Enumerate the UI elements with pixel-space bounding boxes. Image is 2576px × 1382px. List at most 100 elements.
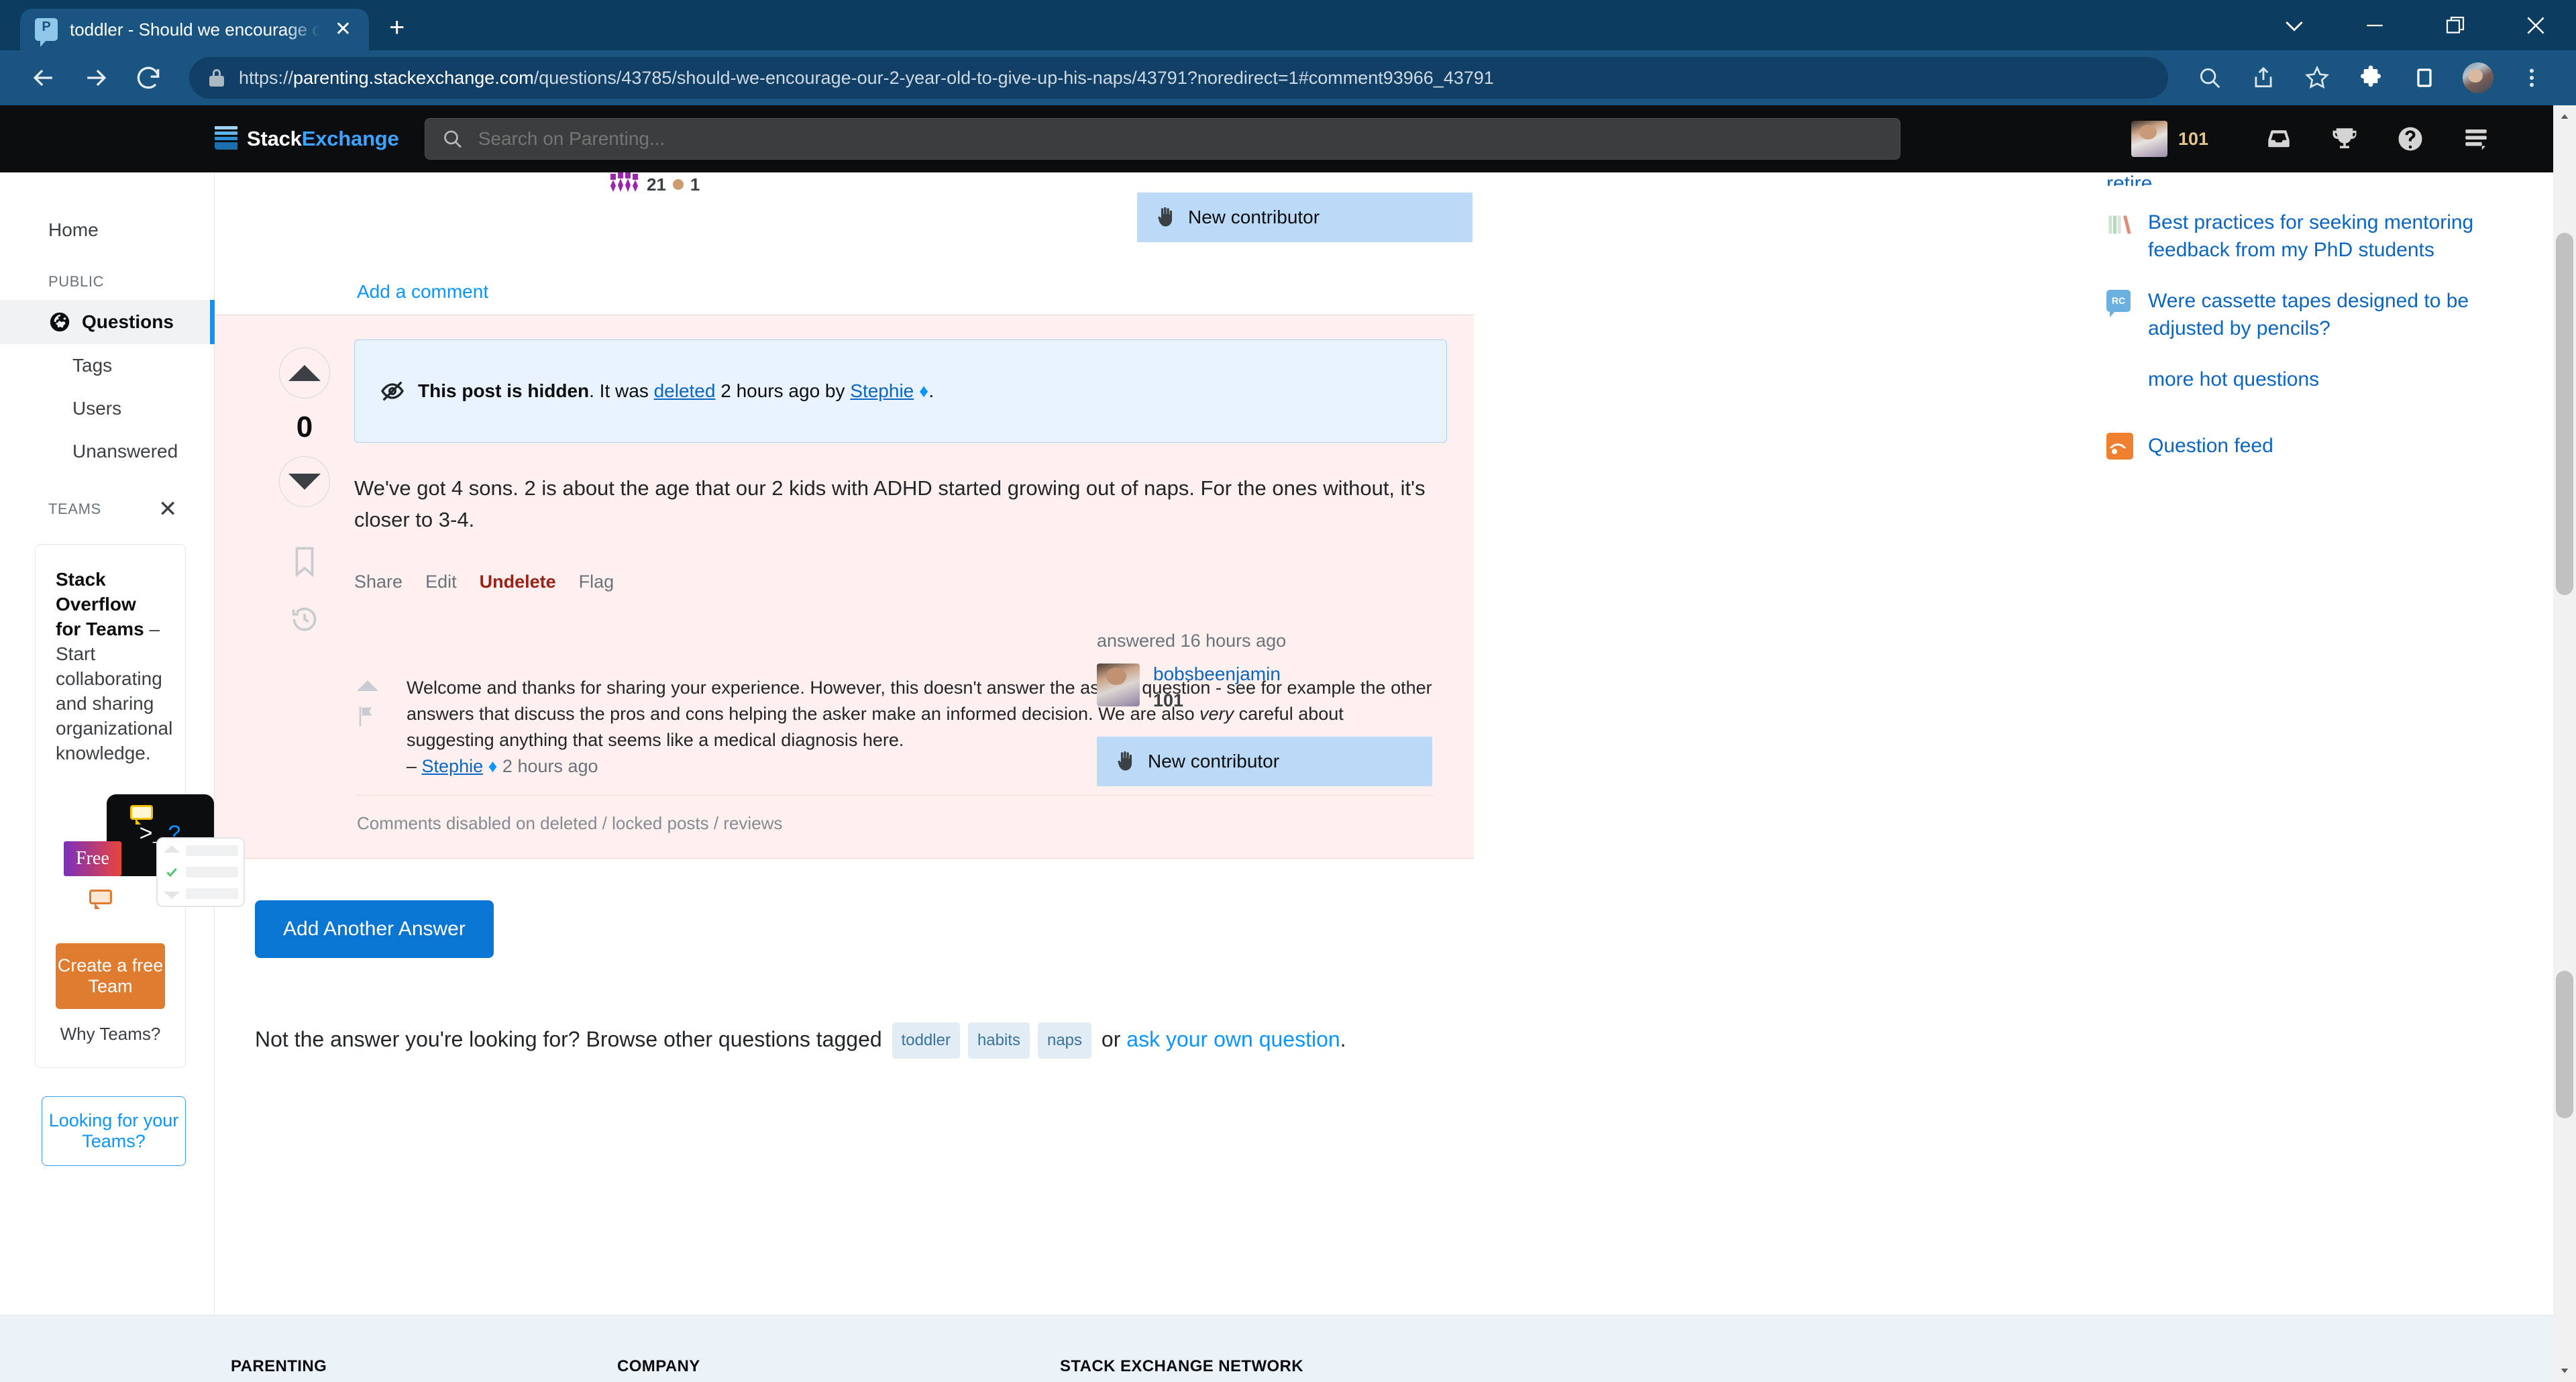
toolbar-icon-group (2183, 52, 2559, 104)
main-content: 21 1 New contributor Add a comment 0 Thi… (215, 172, 2066, 1382)
address-bar[interactable]: https://parenting.stackexchange.com/ques… (189, 57, 2168, 99)
sidebar-item-tags[interactable]: Tags (0, 344, 214, 387)
bookmark-star-icon[interactable] (2290, 52, 2344, 104)
answer-signature-card: answered 16 hours ago bobsbeenjamin 101 (1097, 631, 1432, 786)
sidebar-panel-icon[interactable] (2398, 52, 2451, 104)
sidebar-item-questions[interactable]: Questions (0, 300, 215, 344)
comment-flag-icon[interactable] (357, 706, 374, 727)
search-input[interactable] (478, 128, 1884, 150)
stackexchange-logo[interactable]: StackExchange (215, 126, 399, 152)
vote-column: 0 (255, 339, 354, 637)
tag-habits[interactable]: habits (967, 1022, 1030, 1059)
search-bar[interactable] (424, 118, 1900, 160)
tab-search-chevron-icon[interactable] (2254, 0, 2334, 50)
new-contributor-badge: New contributor (1097, 737, 1432, 786)
profile-avatar[interactable] (2451, 52, 2505, 104)
comment-upvote-icon[interactable] (357, 680, 378, 691)
comment-author-link[interactable]: Stephie (422, 756, 484, 776)
not-the-answer-text: Not the answer you're looking for? Brows… (255, 1026, 882, 1051)
scroll-down-arrow-icon[interactable] (2553, 1359, 2576, 1382)
deleted-answer-post: 0 This post is hidden. It was deleted 2 … (215, 315, 1474, 859)
browser-tab[interactable]: toddler - Should we encourage o ✕ (20, 9, 369, 50)
free-badge: Free (64, 841, 121, 876)
create-free-team-button[interactable]: Create a free Team (56, 943, 165, 1009)
user-profile-link[interactable]: 101 (2131, 121, 2208, 157)
search-icon[interactable] (2183, 52, 2237, 104)
share-icon[interactable] (2237, 52, 2290, 104)
maximize-restore-button[interactable] (2415, 0, 2496, 50)
scrollbar-thumb-secondary[interactable] (2556, 971, 2573, 1118)
close-icon[interactable]: ✕ (158, 496, 178, 523)
scrollbar-thumb[interactable] (2556, 233, 2573, 595)
back-button[interactable] (17, 52, 70, 104)
ask-your-own-question-link[interactable]: ask your own question (1126, 1027, 1340, 1051)
tab-close-icon[interactable]: ✕ (332, 19, 354, 40)
why-teams-link[interactable]: Why Teams? (56, 1024, 165, 1045)
waving-hand-icon (1158, 207, 1173, 227)
stackexchange-logo-icon (215, 126, 237, 152)
rss-feed-icon (2106, 432, 2133, 460)
speech-bubble-orange-icon (89, 889, 112, 909)
flag-button[interactable]: Flag (579, 572, 614, 592)
inbox-icon[interactable] (2246, 119, 2312, 159)
deleted-link[interactable]: deleted (654, 380, 716, 401)
hot-question-link[interactable]: Were cassette tapes designed to be adjus… (2148, 287, 2536, 343)
waving-hand-icon (1118, 751, 1132, 771)
post-hidden-text-3: . (928, 380, 934, 401)
tag-naps[interactable]: naps (1037, 1022, 1092, 1059)
checkmark-icon (166, 867, 177, 877)
footer-column-parenting: PARENTING (231, 1357, 327, 1375)
comments-disabled-notice: Comments disabled on deleted / locked po… (357, 794, 1434, 858)
post-history-icon[interactable] (290, 604, 319, 637)
web-page: StackExchange 101 (0, 105, 2576, 1382)
undelete-button[interactable]: Undelete (480, 572, 556, 592)
avatar[interactable] (1097, 663, 1140, 706)
new-tab-button[interactable]: + (389, 14, 405, 41)
edit-button[interactable]: Edit (425, 572, 457, 592)
sidebar-item-users-label: Users (72, 398, 122, 419)
avatar (2131, 121, 2167, 157)
sidebar-item-questions-label: Questions (82, 311, 174, 332)
minimize-button[interactable] (2334, 0, 2415, 50)
post-content-column: This post is hidden. It was deleted 2 ho… (354, 339, 1474, 637)
sidebar-item-users[interactable]: Users (0, 387, 214, 430)
downvote-arrow-icon (288, 474, 321, 490)
bookmark-icon[interactable] (291, 546, 318, 580)
deleting-moderator-link[interactable]: Stephie (850, 380, 914, 401)
more-hot-questions-link[interactable]: more hot questions (2148, 368, 2319, 390)
browser-toolbar: https://parenting.stackexchange.com/ques… (0, 50, 2576, 105)
hot-question-cut-off[interactable]: retire. (2106, 172, 2536, 186)
help-icon[interactable] (2377, 119, 2443, 159)
site-switcher-icon[interactable] (2443, 119, 2509, 159)
answer-author-link[interactable]: bobsbeenjamin (1153, 663, 1281, 685)
upvote-button[interactable] (279, 348, 330, 398)
url-text: https://parenting.stackexchange.com/ques… (239, 67, 1494, 88)
reload-button[interactable] (122, 52, 174, 104)
share-button[interactable]: Share (354, 572, 402, 592)
extensions-puzzle-icon[interactable] (2344, 52, 2398, 104)
footer-column-network: STACK EXCHANGE NETWORK (1060, 1357, 1304, 1375)
scroll-up-arrow-icon[interactable] (2553, 105, 2576, 128)
page-scrollbar[interactable] (2553, 105, 2576, 1382)
academia-stackexchange-icon (2108, 215, 2131, 234)
site-footer: PARENTING COMPANY STACK EXCHANGE NETWORK (0, 1315, 2576, 1382)
user-reputation: 101 (2178, 128, 2208, 149)
add-another-answer-button[interactable]: Add Another Answer (255, 900, 494, 958)
post-action-row: Share Edit Undelete Flag (354, 572, 1447, 592)
sidebar-item-unanswered[interactable]: Unanswered (0, 430, 214, 473)
menu-kebab-icon[interactable] (2505, 52, 2559, 104)
sidebar-item-home[interactable]: Home (0, 210, 214, 250)
downvote-button[interactable] (279, 456, 330, 507)
tag-toddler[interactable]: toddler (892, 1022, 960, 1059)
sidebar-item-unanswered-label: Unanswered (72, 441, 178, 462)
hot-question-link[interactable]: Best practices for seeking mentoring fee… (2148, 209, 2536, 264)
looking-for-your-teams-button[interactable]: Looking for your Teams? (42, 1096, 186, 1166)
forward-button[interactable] (70, 52, 122, 104)
badge-sparkle-icon (610, 172, 638, 192)
trophy-achievements-icon[interactable] (2312, 119, 2377, 159)
previous-answer-bronze-count: 1 (690, 174, 700, 195)
teams-promo-title-bold: Stack Overflow for Teams (56, 569, 144, 639)
add-a-comment-link[interactable]: Add a comment (357, 281, 488, 303)
close-window-button[interactable] (2496, 0, 2576, 50)
question-feed-link[interactable]: Question feed (2148, 435, 2273, 458)
